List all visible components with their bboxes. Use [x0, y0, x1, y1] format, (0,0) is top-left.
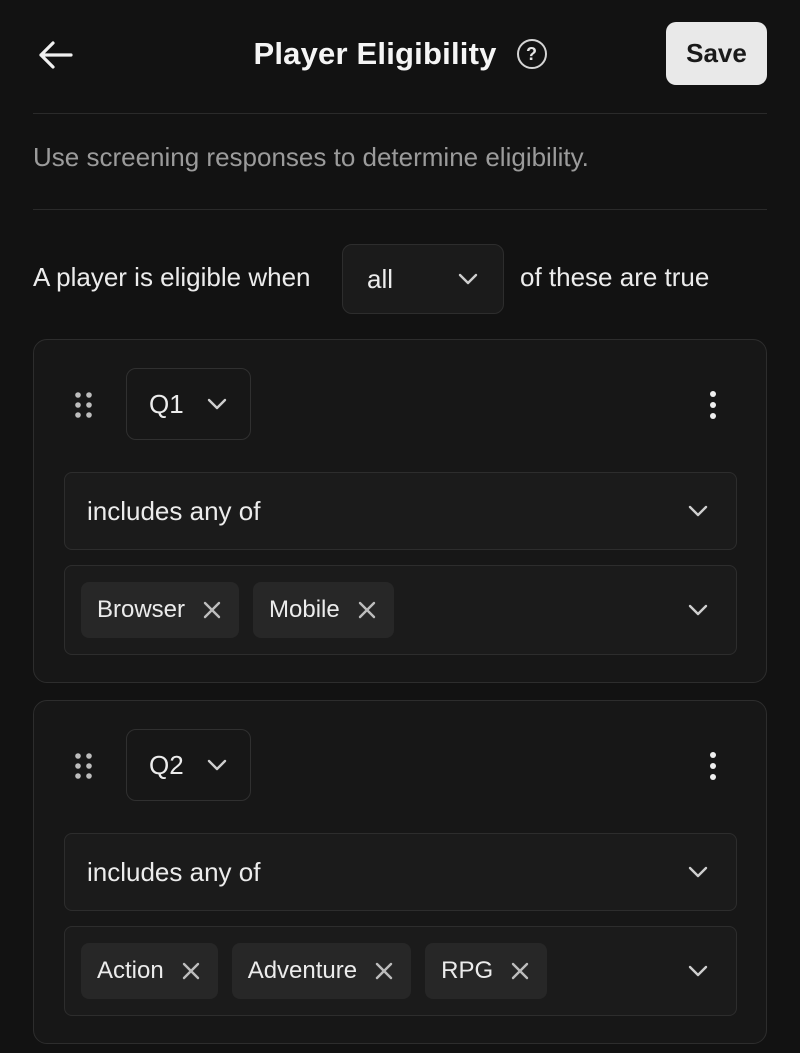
value-tag: Adventure [231, 943, 412, 999]
rule-prefix: A player is eligible when [33, 262, 311, 292]
arrow-left-icon [39, 41, 73, 69]
player-eligibility-screen: Player Eligibility ? Save Use screening … [0, 0, 800, 1053]
question-select[interactable]: Q1 [126, 368, 251, 440]
value-tag-label: Adventure [247, 957, 358, 984]
value-tag-label: Action [97, 957, 164, 984]
condition-card: Q2 includes any of Action Adventure RPG [33, 700, 767, 1044]
value-tag-label: Mobile [269, 596, 340, 623]
drag-dots-icon [75, 392, 92, 418]
question-select[interactable]: Q2 [126, 729, 251, 801]
close-icon[interactable] [180, 960, 202, 982]
question-circle-icon[interactable]: ? [516, 39, 547, 69]
drag-handle[interactable] [74, 390, 94, 420]
chevron-down-icon [688, 866, 708, 878]
value-tag: Mobile [253, 582, 394, 638]
chevron-down-icon [458, 273, 478, 285]
page-title: Player Eligibility [253, 36, 497, 71]
close-icon[interactable] [356, 599, 378, 621]
chevron-down-icon [207, 398, 226, 410]
chevron-down-icon [688, 604, 708, 616]
chevron-down-icon [688, 965, 708, 977]
operator-select[interactable]: includes any of [64, 833, 737, 911]
drag-dots-icon [75, 753, 92, 779]
divider [33, 209, 767, 210]
divider [33, 113, 767, 114]
operator-value: includes any of [87, 495, 261, 526]
values-multiselect[interactable]: Browser Mobile [64, 565, 737, 655]
value-tag: RPG [425, 943, 548, 999]
more-vertical-icon [710, 391, 716, 419]
question-value: Q2 [149, 749, 184, 780]
page-description: Use screening responses to determine eli… [33, 142, 589, 172]
operator-select[interactable]: includes any of [64, 472, 737, 550]
rule-suffix: of these are true [520, 262, 710, 292]
values-multiselect[interactable]: Action Adventure RPG [64, 926, 737, 1016]
save-button[interactable]: Save [666, 22, 767, 85]
question-value: Q1 [149, 388, 184, 419]
operator-value: includes any of [87, 856, 261, 887]
more-vertical-icon [710, 752, 716, 780]
value-tag-label: Browser [97, 596, 186, 623]
more-options-button[interactable] [698, 385, 728, 425]
close-icon[interactable] [373, 960, 395, 982]
chevron-down-icon [688, 505, 708, 517]
match-mode-value: all [367, 263, 394, 294]
close-icon[interactable] [509, 960, 531, 982]
value-tag-label: RPG [441, 957, 494, 984]
value-tag: Action [81, 943, 218, 999]
match-mode-select[interactable]: all [342, 244, 504, 314]
more-options-button[interactable] [698, 746, 728, 786]
value-tag: Browser [81, 582, 240, 638]
chevron-down-icon [207, 759, 226, 771]
drag-handle[interactable] [74, 751, 94, 781]
back-button[interactable] [30, 30, 80, 80]
close-icon[interactable] [201, 599, 223, 621]
condition-card: Q1 includes any of Browser Mobile [33, 339, 767, 683]
